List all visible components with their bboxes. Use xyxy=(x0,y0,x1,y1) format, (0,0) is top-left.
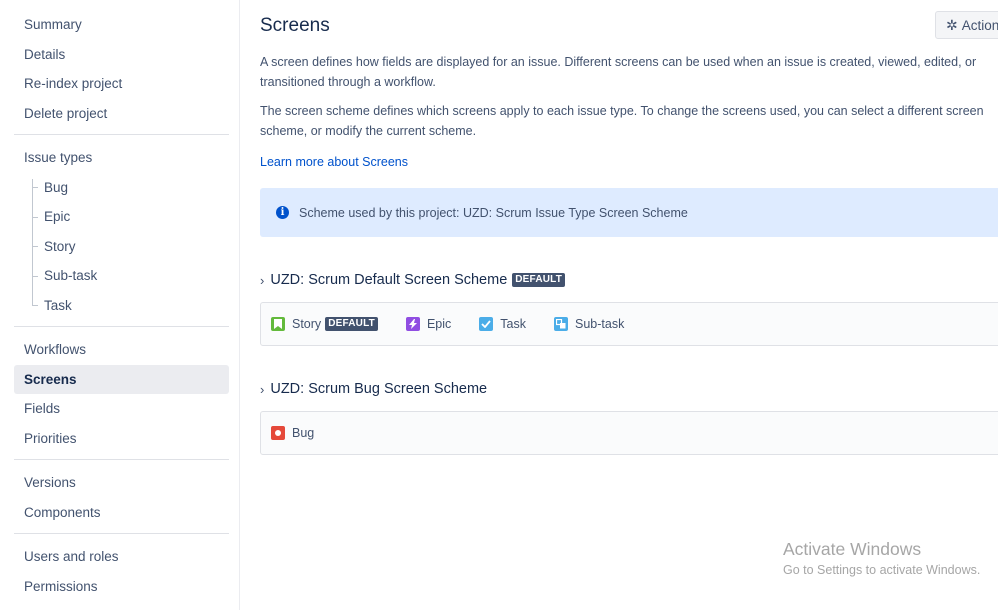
scheme-title: UZD: Scrum Bug Screen Scheme xyxy=(270,381,488,397)
gear-icon: ✲ xyxy=(946,17,958,33)
epic-icon xyxy=(405,317,420,331)
project-settings-sidebar: Summary Details Re-index project Delete … xyxy=(0,0,240,610)
sidebar-item-issue-types[interactable]: Issue types xyxy=(14,143,229,173)
scheme-description-line-2: scheme, or modify the current scheme. xyxy=(260,124,477,138)
issue-type-epic[interactable]: Epic xyxy=(405,317,452,331)
sidebar-item-components[interactable]: Components xyxy=(14,498,229,528)
screens-description: A screen defines how fields are displaye… xyxy=(260,52,998,92)
chevron-right-icon: › xyxy=(260,272,265,288)
issue-type-sub-task[interactable]: Sub-task xyxy=(554,317,624,331)
scheme-header[interactable]: › UZD: Scrum Default Screen Scheme DEFAU… xyxy=(260,270,998,290)
issue-type-bug[interactable]: Bug xyxy=(271,426,314,440)
sidebar-item-details[interactable]: Details xyxy=(14,40,229,70)
sidebar-item-delete-project[interactable]: Delete project xyxy=(14,99,229,129)
sidebar-item-sub-task[interactable]: Sub-task xyxy=(14,261,229,291)
sidebar-item-reindex[interactable]: Re-index project xyxy=(14,69,229,99)
scheme-info-text: Scheme used by this project: UZD: Scrum … xyxy=(299,205,688,220)
story-icon xyxy=(271,317,285,331)
sidebar-item-task[interactable]: Task xyxy=(14,290,229,321)
sidebar-item-fields[interactable]: Fields xyxy=(14,394,229,424)
sidebar-item-versions[interactable]: Versions xyxy=(14,468,229,498)
watermark-title: Activate Windows xyxy=(783,539,922,559)
nav-group-access: Users and roles Permissions xyxy=(14,534,229,607)
sidebar-item-summary[interactable]: Summary xyxy=(14,10,229,40)
watermark-subtitle: Go to Settings to activate Windows. xyxy=(783,563,981,577)
nav-group-releases: Versions Components xyxy=(14,460,229,534)
sidebar-item-workflows[interactable]: Workflows xyxy=(14,335,229,365)
learn-more-link[interactable]: Learn more about Screens xyxy=(260,155,408,169)
info-icon: i xyxy=(276,206,289,219)
nav-group-issue-types: Issue types Bug Epic Story Sub-task Task xyxy=(14,135,229,327)
issue-type-label: Sub-task xyxy=(575,317,625,331)
subtask-icon xyxy=(554,317,568,331)
task-icon xyxy=(479,317,494,331)
issue-type-story[interactable]: Story DEFAULT xyxy=(271,317,378,331)
activate-windows-watermark: Activate Windows Go to Settings to activ… xyxy=(783,538,980,580)
issue-types-row: Bug xyxy=(260,411,998,455)
issue-type-label: Bug xyxy=(292,426,315,440)
nav-group-general: Summary Details Re-index project Delete … xyxy=(14,0,229,135)
default-lozenge: DEFAULT xyxy=(325,317,378,331)
sidebar-item-permissions[interactable]: Permissions xyxy=(14,572,229,602)
scheme-info-banner: i Scheme used by this project: UZD: Scru… xyxy=(260,188,998,237)
sidebar-item-users-and-roles[interactable]: Users and roles xyxy=(14,542,229,572)
chevron-right-icon: › xyxy=(260,381,265,397)
scheme-title: UZD: Scrum Default Screen Scheme xyxy=(270,272,508,288)
description-line-1: A screen defines how fields are displaye… xyxy=(260,55,977,69)
sidebar-item-priorities[interactable]: Priorities xyxy=(14,424,229,454)
default-lozenge: DEFAULT xyxy=(512,273,566,287)
page-title: Screens xyxy=(260,15,330,36)
nav-group-config: Workflows Screens Fields Priorities xyxy=(14,327,229,460)
main-content: Screens ✲Actions A screen defines how fi… xyxy=(260,0,998,610)
issue-type-label: Story xyxy=(292,317,322,331)
sidebar-item-bug[interactable]: Bug xyxy=(14,173,229,203)
description-line-2: transitioned through a workflow. xyxy=(260,75,436,89)
sidebar-item-story[interactable]: Story xyxy=(14,231,229,262)
scheme-header[interactable]: › UZD: Scrum Bug Screen Scheme xyxy=(260,379,998,399)
screen-scheme-bug: › UZD: Scrum Bug Screen Scheme Bug xyxy=(260,379,998,455)
issue-type-task[interactable]: Task xyxy=(479,317,526,331)
issue-type-label: Task xyxy=(500,317,526,331)
issue-type-label: Epic xyxy=(426,317,452,331)
page-header: Screens ✲Actions xyxy=(260,0,998,52)
actions-button[interactable]: ✲Actions xyxy=(935,11,998,39)
sidebar-item-screens[interactable]: Screens xyxy=(14,364,229,394)
actions-label: Actions xyxy=(961,18,998,33)
scheme-description: The screen scheme defines which screens … xyxy=(260,101,998,141)
bug-icon xyxy=(271,426,285,440)
issue-types-row: Story DEFAULT Epic Task Sub-task xyxy=(260,302,998,346)
sidebar-item-epic[interactable]: Epic xyxy=(14,202,229,232)
screen-scheme-default: › UZD: Scrum Default Screen Scheme DEFAU… xyxy=(260,270,998,346)
scheme-description-line-1: The screen scheme defines which screens … xyxy=(260,104,984,118)
